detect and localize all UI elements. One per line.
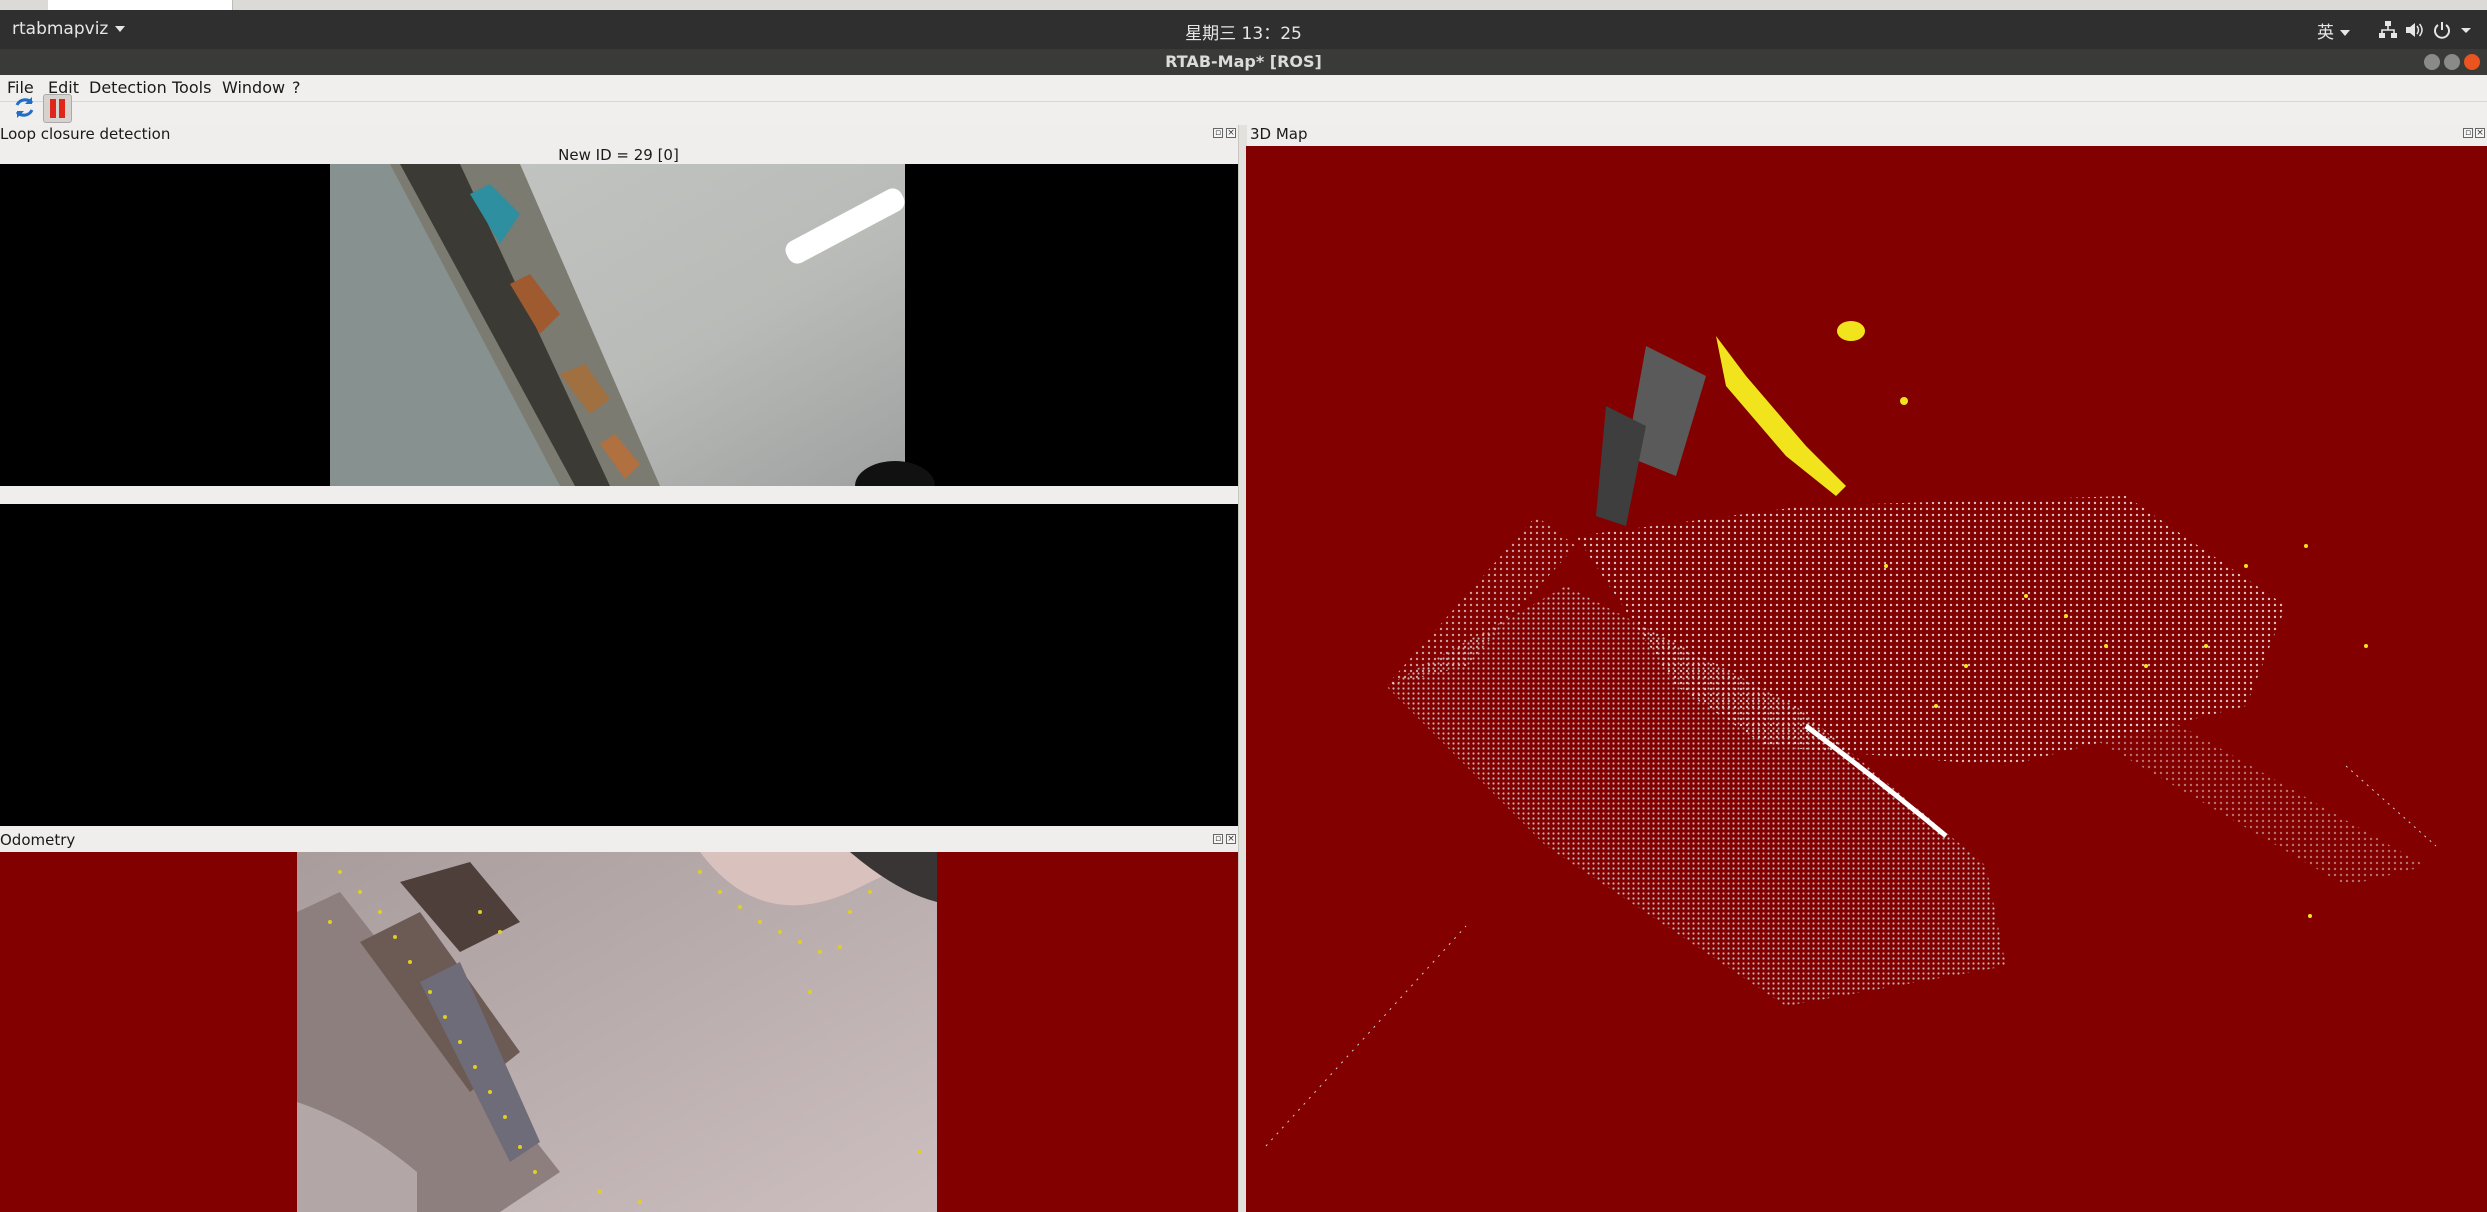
os-tab-strip bbox=[0, 0, 2487, 10]
clock[interactable]: 星期三 13：25 bbox=[0, 19, 2487, 44]
window-title-bar: RTAB-Map* [ROS] bbox=[0, 49, 2487, 75]
menu-detection[interactable]: Detection bbox=[89, 78, 167, 97]
dock-float-button[interactable]: ▫ bbox=[1213, 128, 1223, 138]
refresh-button[interactable] bbox=[11, 94, 38, 121]
odometry-dock-title: Odometry ▫ × bbox=[0, 831, 1240, 851]
dock-close-button[interactable]: × bbox=[1226, 834, 1236, 844]
menu-tools[interactable]: Tools bbox=[172, 78, 211, 97]
map3d-view[interactable] bbox=[1246, 146, 2487, 1212]
new-id-label: New ID = 29 [0] bbox=[558, 146, 679, 164]
input-method-indicator[interactable]: 英 bbox=[2317, 18, 2350, 43]
map3d-dock-title: 3D Map ▫ × bbox=[1246, 125, 2487, 145]
maximize-button[interactable] bbox=[2444, 54, 2460, 70]
toolbar bbox=[0, 94, 2487, 125]
browser-tab[interactable] bbox=[48, 0, 233, 10]
top-panel: rtabmapviz 星期三 13：25 英 bbox=[0, 10, 2487, 49]
dock-close-button[interactable]: × bbox=[1226, 128, 1236, 138]
dock-float-button[interactable]: ▫ bbox=[1213, 834, 1223, 844]
loop-closure-title: Loop closure detection bbox=[0, 125, 171, 143]
dock-float-button[interactable]: ▫ bbox=[2463, 128, 2473, 138]
menu-window[interactable]: Window bbox=[222, 78, 285, 97]
network-icon[interactable] bbox=[2378, 20, 2398, 40]
point-cloud-render bbox=[1265, 321, 2437, 1147]
close-button[interactable] bbox=[2464, 54, 2480, 70]
window-title: RTAB-Map* [ROS] bbox=[1165, 52, 1322, 71]
refresh-icon bbox=[15, 97, 34, 118]
menubar: File Edit Detection Tools Window ? bbox=[0, 75, 2487, 102]
dock-close-button[interactable]: × bbox=[2475, 128, 2485, 138]
loop-closure-match-image-view[interactable] bbox=[0, 504, 1238, 826]
loop-closure-new-image-view[interactable] bbox=[0, 164, 1238, 486]
loop-closure-dock-title: Loop closure detection ▫ × bbox=[0, 125, 1240, 145]
camera-image-ceiling bbox=[330, 164, 935, 486]
pause-icon bbox=[50, 99, 65, 118]
odometry-camera-image bbox=[297, 852, 937, 1212]
power-icon[interactable] bbox=[2432, 20, 2452, 40]
map3d-title: 3D Map bbox=[1250, 125, 1308, 143]
pause-button[interactable] bbox=[43, 94, 72, 123]
odometry-image-view[interactable] bbox=[0, 852, 1238, 1212]
menu-help[interactable]: ? bbox=[292, 78, 301, 97]
minimize-button[interactable] bbox=[2424, 54, 2440, 70]
system-menu-arrow-icon[interactable] bbox=[2456, 20, 2476, 40]
odometry-title: Odometry bbox=[0, 831, 76, 849]
volume-icon[interactable] bbox=[2404, 20, 2424, 40]
